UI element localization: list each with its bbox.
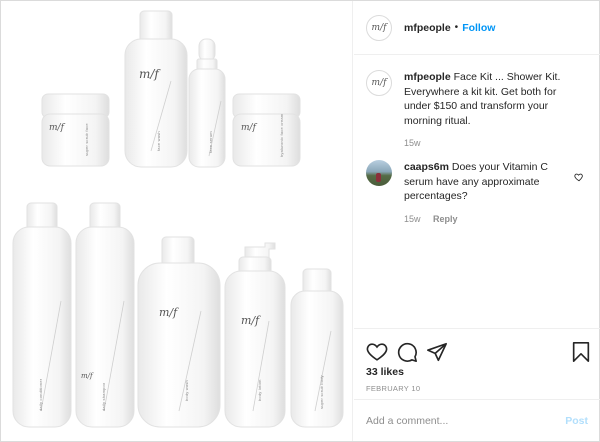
label-face-wash: face wash bbox=[156, 131, 161, 151]
avatar[interactable]: m/f bbox=[366, 14, 392, 41]
post-header: m/f mfpeople • Follow bbox=[354, 1, 600, 55]
bookmark-icon[interactable] bbox=[570, 341, 592, 363]
body-lotion-pump bbox=[224, 242, 286, 428]
body-wash-bottle bbox=[137, 236, 221, 428]
logo-jar2: m/f bbox=[241, 123, 256, 133]
commenter-avatar[interactable] bbox=[366, 160, 392, 186]
comment-username[interactable]: caaps6m bbox=[404, 161, 449, 173]
post-button[interactable]: Post bbox=[565, 415, 588, 427]
post-date[interactable]: FEBRUARY 10 bbox=[366, 384, 420, 393]
label-daily-conditioner: daily conditioner bbox=[38, 378, 43, 411]
super-scrub-body-bottle bbox=[290, 268, 344, 428]
separator-dot: • bbox=[454, 22, 459, 33]
share-icon[interactable] bbox=[426, 341, 448, 363]
label-daily-shampoo: daily shampoo bbox=[101, 382, 106, 411]
post-side-panel: m/f mfpeople • Follow m/f mfpeople Face … bbox=[354, 1, 600, 441]
comment-age[interactable]: 15w bbox=[404, 214, 421, 224]
logo-jar1: m/f bbox=[49, 123, 64, 133]
logo-body-wash: m/f bbox=[159, 306, 178, 319]
caption-meta: 15w bbox=[404, 136, 574, 151]
post-image[interactable]: m/f m/f m/f m/f m/f m/f super scrub face… bbox=[1, 1, 353, 441]
comments-list[interactable]: m/f mfpeople Face Kit ... Shower Kit. Ev… bbox=[354, 56, 600, 328]
reply-button[interactable]: Reply bbox=[433, 214, 458, 224]
product-photo bbox=[12, 10, 344, 428]
label-super-scrub-face: super scrub face bbox=[84, 123, 89, 156]
label-body-wash: body wash bbox=[184, 380, 189, 401]
comment-composer: Post bbox=[354, 399, 600, 441]
small-heart-icon[interactable] bbox=[574, 172, 584, 185]
logo-face-wash: m/f bbox=[139, 67, 159, 81]
label-super-scrub-body: super scrub body bbox=[319, 375, 324, 409]
likes-count[interactable]: 33 likes bbox=[366, 366, 404, 378]
comment-item: caaps6m Does your Vitamin C serum have a… bbox=[366, 160, 592, 226]
follow-button[interactable]: Follow bbox=[462, 22, 495, 34]
header-username[interactable]: mfpeople bbox=[404, 22, 451, 34]
comment-meta: 15w Reply bbox=[404, 212, 574, 227]
face-serum-dropper bbox=[188, 38, 226, 168]
caption-item: m/f mfpeople Face Kit ... Shower Kit. Ev… bbox=[366, 70, 592, 151]
comment-body: caaps6m Does your Vitamin C serum have a… bbox=[404, 160, 574, 226]
comment-input[interactable] bbox=[366, 414, 566, 427]
avatar[interactable]: m/f bbox=[366, 70, 392, 96]
label-body-lotion: body lotion bbox=[257, 379, 262, 401]
caption-age[interactable]: 15w bbox=[404, 138, 421, 148]
instagram-post: m/f m/f m/f m/f m/f m/f super scrub face… bbox=[0, 0, 600, 442]
logo-body-lotion: m/f bbox=[241, 314, 260, 327]
caption-username[interactable]: mfpeople bbox=[404, 71, 451, 83]
label-hyaluronic-face-cream: hyaluronic face cream bbox=[279, 113, 284, 157]
logo-shampoo: m/f bbox=[81, 372, 93, 380]
label-face-serum: face serum bbox=[208, 131, 213, 153]
action-icons bbox=[366, 341, 590, 363]
heart-icon[interactable] bbox=[366, 341, 388, 363]
caption-body: mfpeople Face Kit ... Shower Kit. Everyw… bbox=[404, 70, 574, 151]
comment-icon[interactable] bbox=[396, 341, 418, 363]
